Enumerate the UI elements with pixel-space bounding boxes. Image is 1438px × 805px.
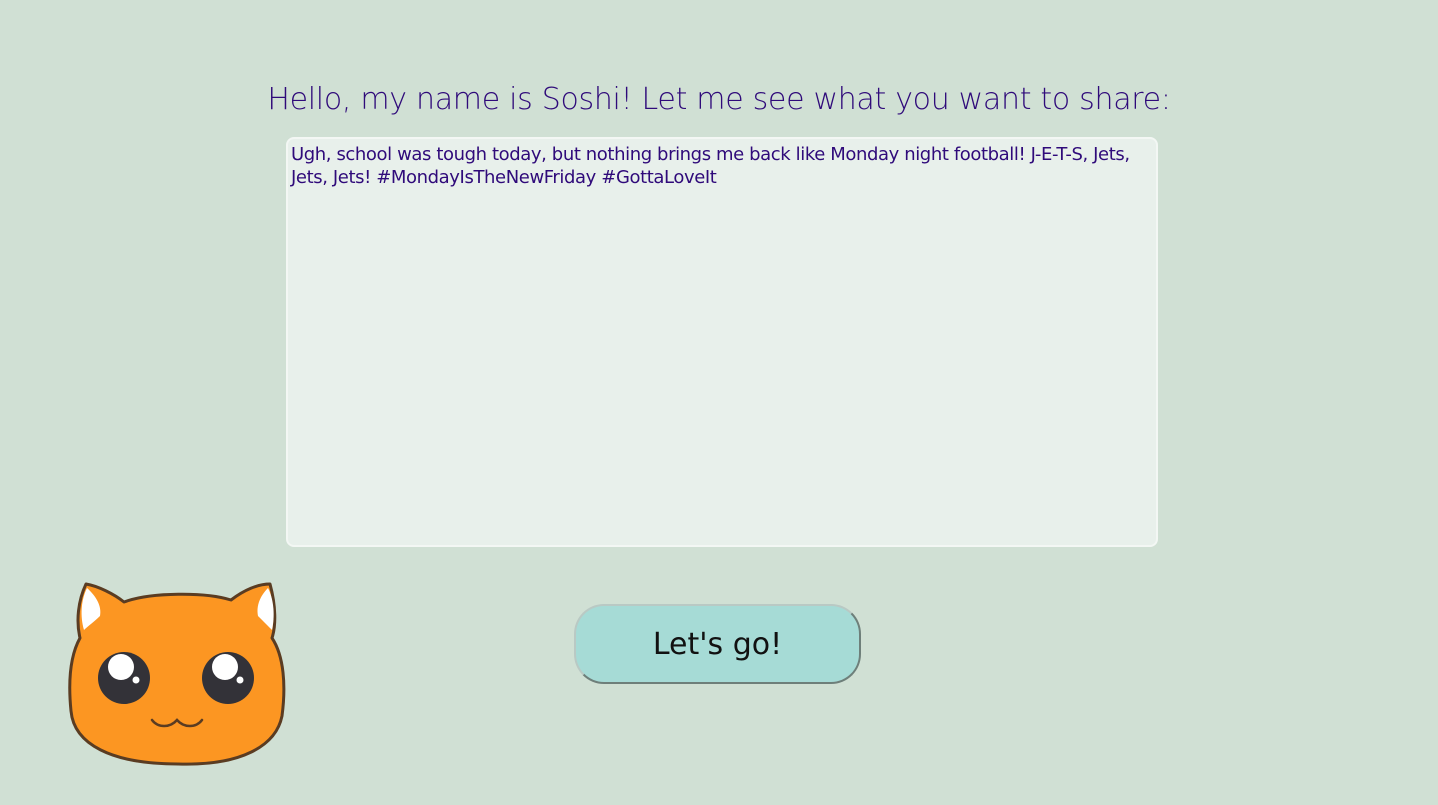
- page-title: Hello, my name is Soshi! Let me see what…: [267, 82, 1171, 117]
- orange-cat-face-icon: [68, 582, 286, 766]
- soshi-share-page: Hello, my name is Soshi! Let me see what…: [0, 0, 1438, 805]
- share-textarea[interactable]: Ugh, school was tough today, but nothing…: [286, 137, 1158, 547]
- lets-go-button[interactable]: Let's go!: [574, 604, 861, 684]
